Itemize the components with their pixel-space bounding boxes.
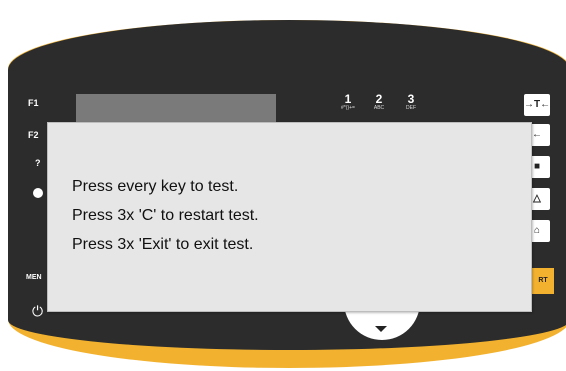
arrow-down-icon <box>375 326 387 332</box>
key-1-label: 1 <box>344 92 352 106</box>
key-1[interactable]: 1 #*()+= <box>333 93 363 112</box>
key-2-label: 2 <box>375 92 383 106</box>
tare-button[interactable]: →T← <box>524 94 550 116</box>
key-2[interactable]: 2 ABC <box>364 93 394 112</box>
f2-key[interactable]: F2 <box>28 130 39 140</box>
key-1-sub: #*()+= <box>341 105 355 111</box>
status-led <box>33 188 43 198</box>
f1-key[interactable]: F1 <box>28 98 39 108</box>
menu-key[interactable]: MEN <box>26 274 42 281</box>
key-3-label: 3 <box>407 92 415 106</box>
lcd-display <box>76 94 276 124</box>
start-button[interactable]: RT <box>532 268 554 294</box>
dialog-line-1: Press every key to test. <box>72 178 239 195</box>
key-3-sub: DEF <box>406 105 416 111</box>
key-3[interactable]: 3 DEF <box>396 93 426 112</box>
dialog-line-2: Press 3x 'C' to restart test. <box>72 207 259 224</box>
power-icon[interactable]: ⏻ <box>32 304 46 318</box>
dialog-line-3: Press 3x 'Exit' to exit test. <box>72 236 254 253</box>
help-key[interactable]: ? <box>35 158 41 168</box>
key-2-sub: ABC <box>373 105 385 111</box>
